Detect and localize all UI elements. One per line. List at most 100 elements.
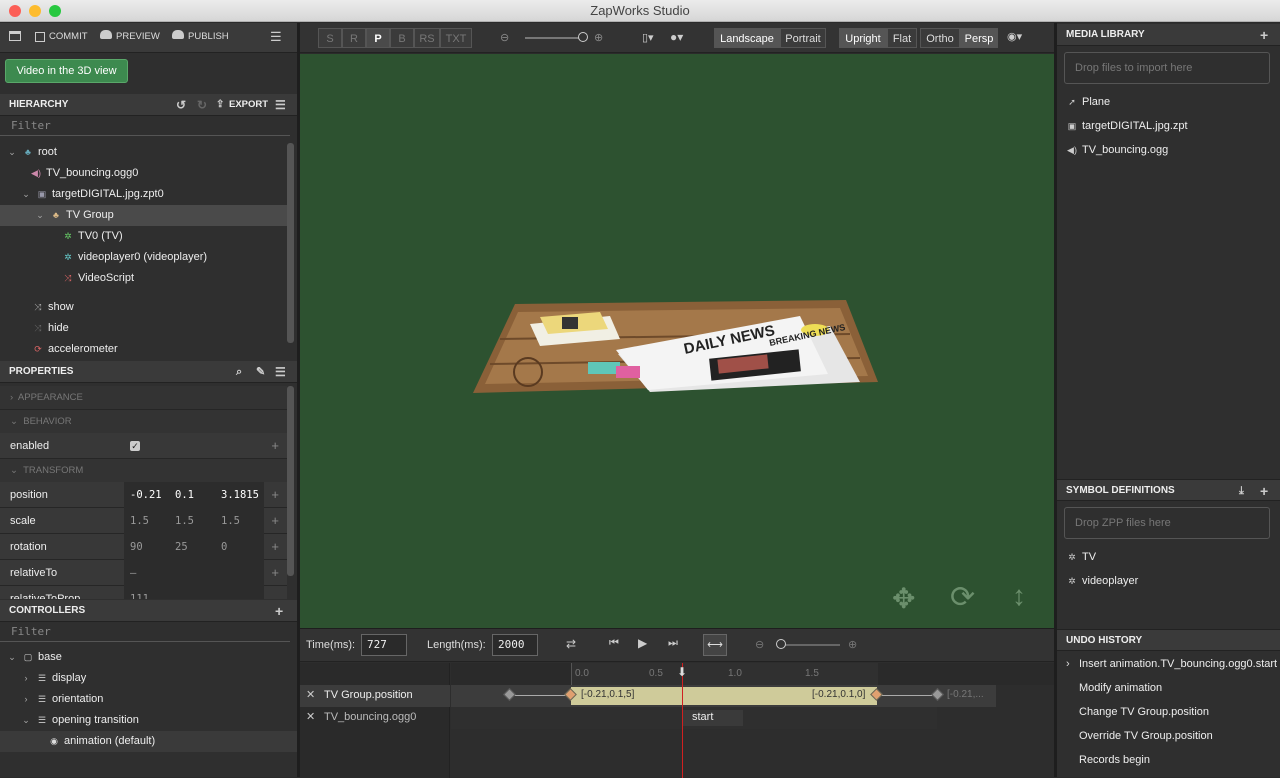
symbol-item-videoplayer[interactable]: ✲ videoplayer (1066, 569, 1138, 593)
redo-icon[interactable]: ↻ (197, 94, 207, 116)
mode-b-button[interactable]: B (390, 28, 414, 48)
controller-orientation[interactable]: › ☰ orientation (20, 689, 104, 710)
skip-forward-icon[interactable]: ⏭ (668, 637, 678, 650)
menu-icon[interactable]: ☰ (270, 29, 282, 45)
tree-item-tv0[interactable]: ✲ TV0 (TV) (62, 226, 122, 247)
media-item-target[interactable]: ▣ targetDIGITAL.jpg.zpt (1066, 114, 1188, 138)
add-keyframe-icon[interactable]: + (271, 560, 279, 586)
pencil-icon[interactable]: ✎ (256, 361, 265, 383)
commit-button[interactable]: COMMIT (49, 31, 88, 42)
properties-menu-icon[interactable]: ☰ (275, 361, 286, 383)
time-input[interactable]: 727 (361, 634, 407, 656)
track-row-tv-group[interactable]: ✕ TV Group.position (300, 685, 450, 707)
tree-item-audio[interactable]: ◀) TV_bouncing.ogg0 (30, 163, 138, 184)
device-icon[interactable]: ▯▾ (642, 31, 654, 44)
zoom-in-icon[interactable]: ⊕ (594, 31, 603, 44)
timeline-ruler[interactable]: 0.0 0.5 1.0 1.5 (451, 663, 1054, 685)
scale-y-input[interactable]: 1.5 (175, 508, 194, 534)
hierarchy-menu-icon[interactable]: ☰ (275, 94, 286, 116)
undo-item[interactable]: Insert animation.TV_bouncing.ogg0.start (1079, 652, 1279, 676)
play-icon[interactable]: ▶ (638, 636, 647, 650)
persp-button[interactable]: Persp (960, 28, 998, 48)
portrait-button[interactable]: Portrait (780, 28, 826, 48)
close-window-button[interactable] (9, 5, 21, 17)
position-y-input[interactable]: 0.1 (175, 482, 194, 508)
mode-s-button[interactable]: S (318, 28, 342, 48)
scene-plane[interactable]: DAILY NEWS BREAKING NEWS (300, 54, 1054, 628)
mode-rs-button[interactable]: RS (414, 28, 440, 48)
add-keyframe-icon[interactable]: + (271, 534, 279, 560)
3d-viewport[interactable]: DAILY NEWS BREAKING NEWS ✥ ⟳ ↕ (300, 54, 1054, 628)
preview-button[interactable]: PREVIEW (116, 31, 160, 42)
appearance-section[interactable]: › APPEARANCE (0, 386, 287, 410)
video-in-3d-view-button[interactable]: Video in the 3D view (5, 59, 128, 83)
controllers-filter-input[interactable]: Filter (0, 622, 290, 642)
undo-icon[interactable]: ↺ (176, 94, 186, 116)
undo-item[interactable]: Modify animation (1079, 676, 1162, 700)
timeline-zoom-out-icon[interactable]: ⊖ (755, 638, 764, 651)
tree-item-show[interactable]: ⤨ show (32, 297, 73, 318)
flat-button[interactable]: Flat (887, 28, 917, 48)
eye-icon[interactable]: ◉▾ (1007, 30, 1022, 43)
keyframe-diamond[interactable] (503, 688, 516, 701)
timeline-zoom-slider[interactable] (778, 644, 840, 646)
tree-item-accelerometer[interactable]: ⟳ accelerometer (32, 339, 117, 360)
fit-timeline-button[interactable]: ⟷ (703, 634, 727, 656)
tree-item-videoplayer0[interactable]: ✲ videoplayer0 (videoplayer) (62, 247, 207, 268)
zoom-slider-handle[interactable] (578, 32, 588, 42)
add-symbol-icon[interactable]: + (1260, 480, 1268, 502)
position-z-input[interactable]: 3.1815 (221, 482, 261, 508)
position-x-input[interactable]: -0.21 (130, 482, 162, 508)
upright-button[interactable]: Upright (839, 28, 887, 48)
remove-track-icon[interactable]: ✕ (306, 688, 315, 701)
undo-item[interactable]: Records begin (1079, 748, 1150, 772)
tree-item-root[interactable]: ⌄ ♣ root (6, 142, 57, 163)
mode-p-button[interactable]: P (366, 28, 390, 48)
tree-item-videoscript[interactable]: ⤨ VideoScript (62, 268, 134, 289)
rotation-y-input[interactable]: 25 (175, 534, 188, 560)
behavior-section[interactable]: ⌄ BEHAVIOR (0, 410, 287, 434)
controller-base[interactable]: ⌄ ▢ base (6, 647, 62, 668)
add-media-icon[interactable]: + (1260, 24, 1268, 46)
loop-icon[interactable]: ⇄ (566, 637, 576, 651)
rotation-x-input[interactable]: 90 (130, 534, 143, 560)
undo-item[interactable]: Change TV Group.position (1079, 700, 1209, 724)
properties-scrollbar[interactable] (287, 386, 294, 576)
symbol-drop-zone[interactable]: Drop ZPP files here (1064, 507, 1270, 539)
enabled-checkbox[interactable]: ✓ (130, 441, 140, 451)
download-icon[interactable]: ⤓ (1239, 480, 1244, 502)
publish-button[interactable]: PUBLISH (188, 31, 229, 42)
zoom-window-button[interactable] (49, 5, 61, 17)
symbol-item-tv[interactable]: ✲ TV (1066, 545, 1096, 569)
length-input[interactable]: 2000 (492, 634, 538, 656)
tree-item-target[interactable]: ⌄ ▣ targetDIGITAL.jpg.zpt0 (20, 184, 163, 205)
track-lane-audio[interactable]: start (451, 707, 937, 729)
folder-icon[interactable] (9, 31, 21, 41)
globe-icon[interactable]: ●▾ (670, 30, 683, 44)
ortho-button[interactable]: Ortho (920, 28, 960, 48)
minimize-window-button[interactable] (29, 5, 41, 17)
export-button[interactable]: EXPORT (229, 94, 268, 116)
controller-display[interactable]: › ☰ display (20, 668, 87, 689)
keyframe-diamond[interactable] (931, 688, 944, 701)
relativetoprop-value[interactable]: 111 (124, 586, 264, 599)
skip-back-icon[interactable]: ⏮ (609, 637, 619, 650)
controller-animation-default[interactable]: ◉ animation (default) (0, 731, 297, 752)
move-gizmo-icon[interactable]: ✥ (892, 582, 915, 615)
undo-item[interactable]: Override TV Group.position (1079, 724, 1213, 748)
scale-x-input[interactable]: 1.5 (130, 508, 149, 534)
remove-track-icon[interactable]: ✕ (306, 710, 315, 723)
add-controller-icon[interactable]: + (275, 600, 283, 622)
track-lane-position[interactable]: [-0.21,0.1,5] [-0.21,0.1,0] [-0.21,... (451, 685, 996, 707)
hierarchy-scrollbar[interactable] (287, 143, 294, 343)
add-keyframe-icon[interactable]: + (271, 482, 279, 508)
tree-item-hide[interactable]: ⤨ hide (32, 318, 68, 339)
audio-start-marker[interactable]: start (692, 711, 713, 723)
track-row-audio[interactable]: ✕ TV_bouncing.ogg0 (300, 707, 450, 729)
rotate-gizmo-icon[interactable]: ⟳ (950, 580, 975, 615)
timeline-zoom-handle[interactable] (776, 639, 786, 649)
playhead-handle[interactable]: ⬇ (677, 665, 687, 679)
media-item-plane[interactable]: ➚ Plane (1066, 90, 1110, 114)
playhead-line[interactable] (682, 663, 683, 778)
hierarchy-filter-input[interactable]: Filter (0, 116, 290, 136)
